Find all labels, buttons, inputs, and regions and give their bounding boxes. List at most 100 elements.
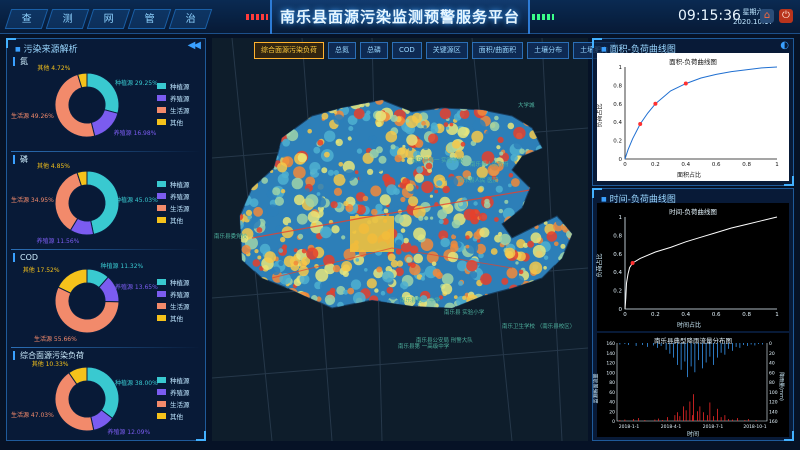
x-tick-label: 0.4 [681, 312, 690, 318]
map-poi-label: 南乐县 实验小学 [444, 310, 485, 316]
donut-slice-label: 其他 4.85% [37, 163, 70, 171]
donut-slice-label: 生活源 49.26% [11, 113, 54, 121]
y-tick-label: 0.2 [613, 289, 622, 295]
y-axis-label: 负荷占比 [596, 103, 604, 128]
legend-item[interactable]: 种植源 [157, 181, 190, 193]
tab-area-curve[interactable]: 面积/曲面积 [471, 42, 524, 59]
rainfall-bar [635, 343, 637, 346]
rainfall-bar [754, 343, 756, 346]
donut-slice-label: 生活源 55.66% [34, 335, 77, 343]
legend-item[interactable]: 生活源 [157, 205, 190, 217]
y-tick-label: 0.8 [613, 83, 622, 89]
nav-item-govern[interactable]: 治 [168, 9, 213, 29]
donut-slice-label: 种植源 45.03% [115, 197, 158, 205]
nav-item-label: 治 [185, 14, 196, 25]
flow-bar [755, 420, 757, 421]
legend-label: 其他 [170, 413, 183, 421]
legend-swatch [157, 205, 166, 211]
donut-slice-label: 种植源 38.00% [115, 380, 158, 388]
legend-item[interactable]: 生活源 [157, 303, 190, 315]
legend-item[interactable]: 生活源 [157, 401, 190, 413]
tab-composite-load[interactable]: 综合面源污染负荷 [254, 42, 324, 59]
nav-item-measure[interactable]: 测 [45, 9, 90, 29]
flow-bar [707, 415, 708, 421]
panel-collapse-icon[interactable]: ◀◀ [188, 40, 201, 51]
data-point-marker [630, 261, 635, 265]
nav-item-network[interactable]: 网 [86, 9, 131, 29]
x-tick-label: 1 [775, 162, 779, 168]
y-right-tick-label: 120 [769, 400, 778, 406]
x-tick-label: 2018-10-1 [743, 424, 766, 430]
rainfall-bar [758, 343, 759, 344]
x-axis-label: 时间 [687, 431, 700, 438]
legend-item[interactable]: 种植源 [157, 377, 190, 389]
y-left-tick-label: 100 [606, 370, 615, 376]
home-icon[interactable]: ⌂ [760, 9, 774, 23]
flow-bar [697, 411, 698, 421]
donut-slice-label: 养殖源 11.56% [36, 238, 80, 246]
nav-item-manage[interactable]: 管 [127, 9, 172, 29]
legend-label: 养殖源 [170, 389, 190, 397]
rainfall-bar [713, 343, 714, 365]
legend-item[interactable]: 其他 [157, 315, 190, 327]
legend-label: 种植源 [170, 279, 190, 287]
flow-bar [748, 419, 749, 421]
legend-label: 养殖源 [170, 95, 190, 103]
rainfall-bar [717, 343, 718, 358]
area-load-chart-frame: 面积-负荷曲线图 0 0.2 0.4 0.6 0.8 1 0 0.2 0.4 0.6 0.8 1 面积… [597, 53, 789, 181]
legend-swatch [157, 401, 166, 407]
rainfall-bar [669, 343, 671, 354]
legend-swatch [157, 315, 166, 321]
x-tick-label: 0.8 [742, 312, 751, 318]
legend-item[interactable]: 其他 [157, 413, 190, 425]
legend-swatch [157, 181, 166, 187]
tab-total-phosphorus[interactable]: 总磷 [360, 42, 388, 59]
legend-item[interactable]: 生活源 [157, 107, 190, 119]
donut-slice-label: 养殖源 12.09% [107, 429, 151, 437]
flow-bar [693, 394, 694, 421]
y-left-tick-label: 40 [609, 400, 615, 406]
legend-item[interactable]: 其他 [157, 119, 190, 131]
nav-item-label: 网 [103, 14, 114, 25]
x-tick-label: 0 [623, 312, 627, 318]
legend-item[interactable]: 养殖源 [157, 95, 190, 107]
y-tick-label: 1 [619, 65, 623, 71]
series-line [624, 216, 778, 310]
y-left-tick-label: 60 [609, 390, 615, 396]
y-tick-label: 0.8 [613, 233, 622, 239]
flow-bar [744, 420, 746, 421]
y-left-tick-label: 160 [606, 341, 615, 347]
rainfall-bar [698, 343, 699, 361]
map-poi-label: 南乐县第一 中学 [400, 298, 441, 304]
x-tick-label: 1 [775, 312, 779, 318]
legend-label: 生活源 [170, 107, 190, 115]
legend-item[interactable]: 养殖源 [157, 193, 190, 205]
rainfall-bar [647, 343, 648, 347]
y-left-tick-label: 20 [609, 409, 615, 415]
rainfall-bar [624, 343, 626, 344]
flow-bar [644, 420, 646, 421]
rainfall-bar [705, 343, 707, 363]
map-view[interactable]: 大学城 南乐县人民政府 南乐县人民 医院 南乐县委党校 南乐县第一 实验学校 南… [212, 38, 588, 441]
legend-label: 种植源 [170, 83, 190, 91]
legend-item[interactable]: 其他 [157, 217, 190, 229]
rainfall-bar [673, 343, 674, 358]
legend-item[interactable]: 养殖源 [157, 291, 190, 303]
panel-toggle-icon[interactable]: ◐ [780, 40, 789, 51]
legend-item[interactable]: 种植源 [157, 279, 190, 291]
nav-item-check[interactable]: 查 [4, 9, 49, 29]
legend-item[interactable]: 种植源 [157, 83, 190, 95]
power-icon[interactable]: ⏻ [779, 9, 793, 23]
tab-total-nitrogen[interactable]: 总氮 [328, 42, 356, 59]
tab-cod[interactable]: COD [392, 42, 422, 59]
legend-item[interactable]: 养殖源 [157, 389, 190, 401]
nav-item-label: 测 [62, 14, 73, 25]
y-right-tick-label: 20 [769, 351, 775, 357]
tab-soil-distribution[interactable]: 土壤分布 [527, 42, 570, 59]
section-divider [11, 151, 201, 152]
donut-slice-label: 生活源 47.03% [11, 412, 54, 420]
tab-key-source-area[interactable]: 关键源区 [425, 42, 468, 59]
nav-item-label: 查 [21, 14, 32, 25]
legend-swatch [157, 95, 166, 101]
flow-bar [667, 417, 668, 421]
